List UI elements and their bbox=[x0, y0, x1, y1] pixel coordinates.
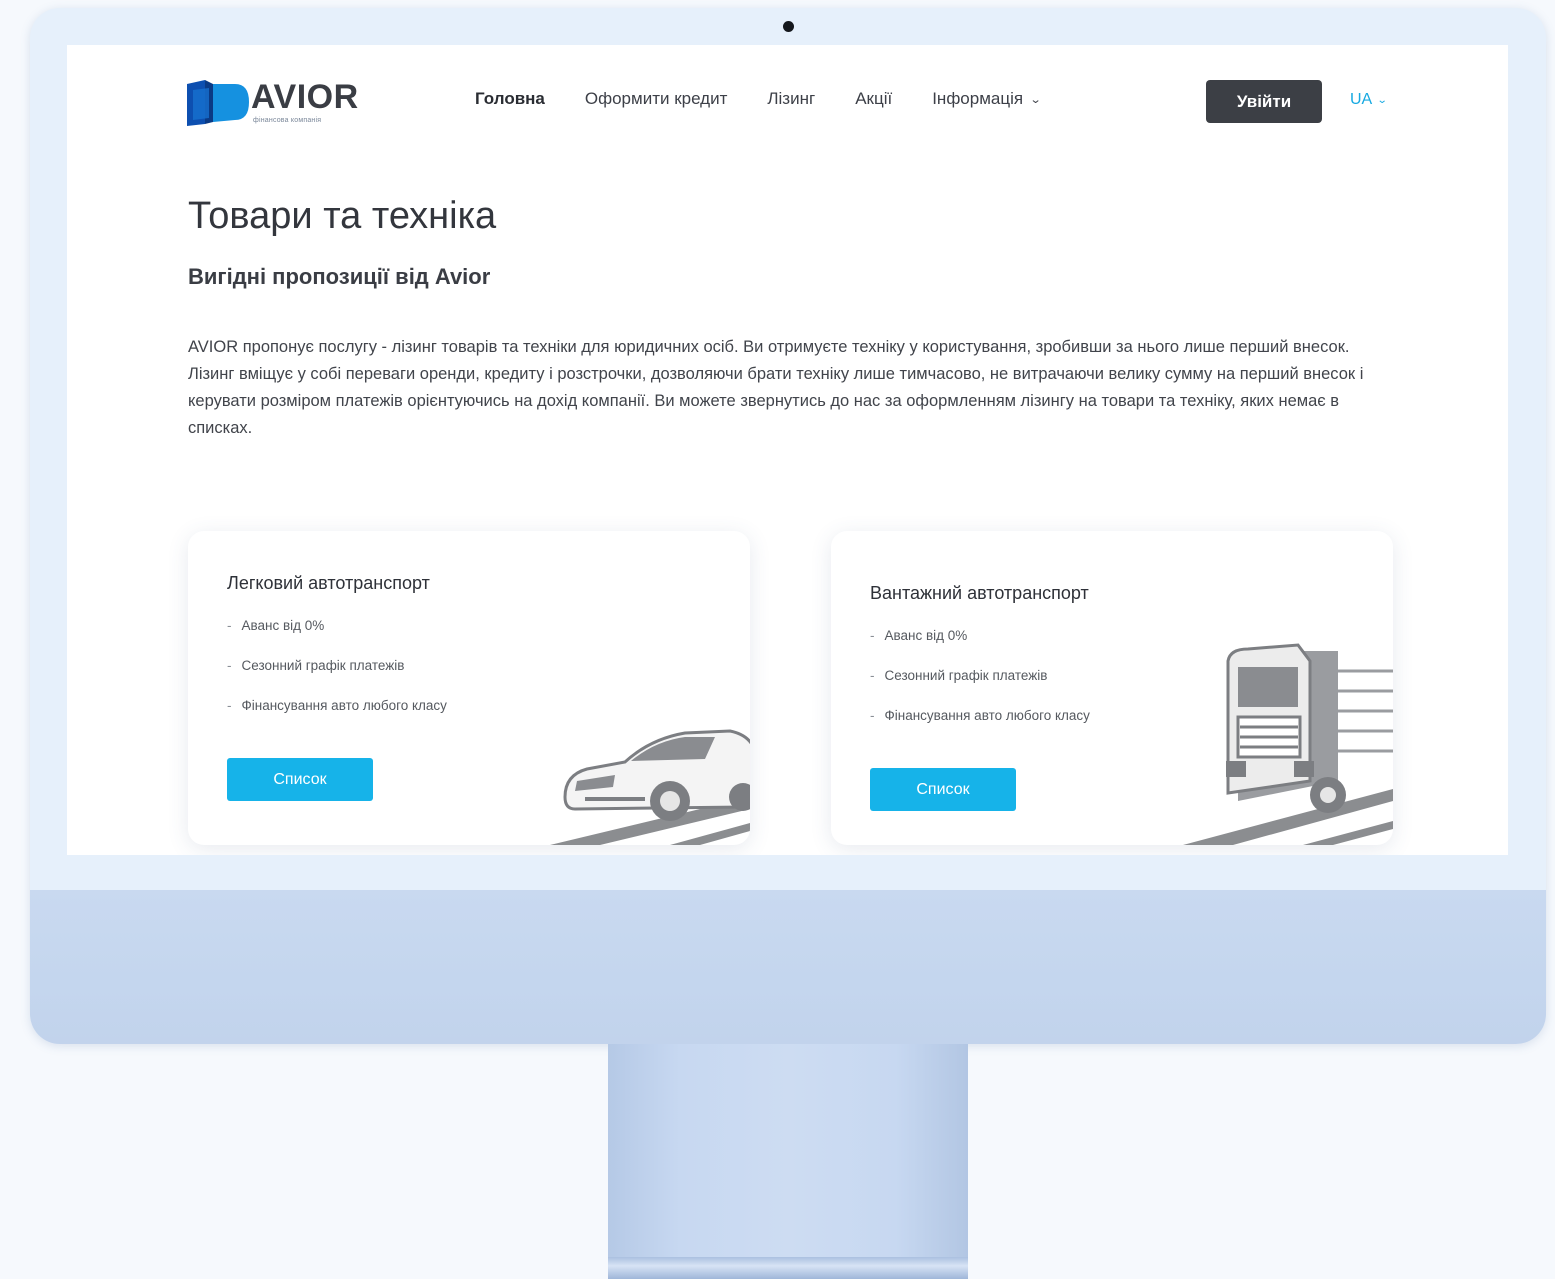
avior-logo-icon bbox=[187, 80, 249, 126]
feature-text: Аванс від 0% bbox=[884, 628, 968, 643]
nav-item-label: Лізинг bbox=[767, 89, 816, 108]
login-button[interactable]: Увійти bbox=[1206, 80, 1322, 123]
language-label: UA bbox=[1350, 91, 1373, 108]
feature-text: Сезонний графік платежів bbox=[241, 658, 405, 673]
chevron-down-icon: ⌄ bbox=[1029, 93, 1042, 106]
car-icon bbox=[550, 729, 750, 845]
logo-tagline: фінансова компанія bbox=[253, 117, 322, 124]
truck-icon bbox=[1138, 643, 1393, 845]
browser-screen: AVIOR фінансова компанія Головна Оформит… bbox=[67, 45, 1508, 855]
monitor-stand-foot bbox=[608, 1257, 968, 1279]
camera-icon bbox=[783, 21, 794, 32]
nav-item-credit[interactable]: Оформити кредит bbox=[585, 89, 727, 109]
list-item: - Сезонний графік платежів bbox=[227, 658, 405, 673]
page-subtitle: Вигідні пропозиції від Avior bbox=[188, 264, 491, 289]
monitor-chin bbox=[30, 890, 1546, 1044]
list-button[interactable]: Список bbox=[227, 758, 373, 801]
nav-item-home[interactable]: Головна bbox=[475, 89, 545, 109]
logo-wordmark: AVIOR bbox=[251, 78, 359, 116]
nav-item-label: Оформити кредит bbox=[584, 89, 728, 108]
page-description: AVIOR пропонує послугу - лізинг товарів … bbox=[188, 338, 1364, 437]
page-title: Товари та техніка bbox=[188, 195, 497, 237]
offer-card-cars: Легковий автотранспорт - Аванс від 0% - Се… bbox=[188, 531, 750, 845]
list-item: - Аванс від 0% bbox=[227, 618, 325, 633]
card-title: Вантажний автотранспорт bbox=[870, 583, 1089, 603]
logo[interactable]: AVIOR фінансова компанія bbox=[187, 78, 359, 128]
chevron-down-icon: ⌄ bbox=[1376, 94, 1388, 106]
language-selector[interactable]: UA ⌄ bbox=[1350, 91, 1388, 109]
monitor-stand bbox=[608, 1044, 968, 1279]
list-button[interactable]: Список bbox=[870, 768, 1016, 811]
offer-card-trucks: Вантажний автотранспорт - Аванс від 0% -С… bbox=[831, 531, 1393, 845]
nav-item-promotions[interactable]: Акції bbox=[855, 89, 892, 109]
nav-item-information[interactable]: Інформація ⌄ bbox=[932, 89, 1042, 109]
feature-text: Аванс від 0% bbox=[241, 618, 325, 633]
nav-item-label: Головна bbox=[475, 89, 545, 108]
card-title: Легковий автотранспорт bbox=[227, 573, 430, 593]
main-nav: Головна Оформити кредит Лізинг Акції Інф… bbox=[475, 89, 1080, 109]
nav-item-leasing[interactable]: Лізинг bbox=[767, 89, 815, 109]
nav-item-label: Акції bbox=[855, 89, 893, 108]
nav-item-label: Інформація bbox=[932, 89, 1024, 108]
